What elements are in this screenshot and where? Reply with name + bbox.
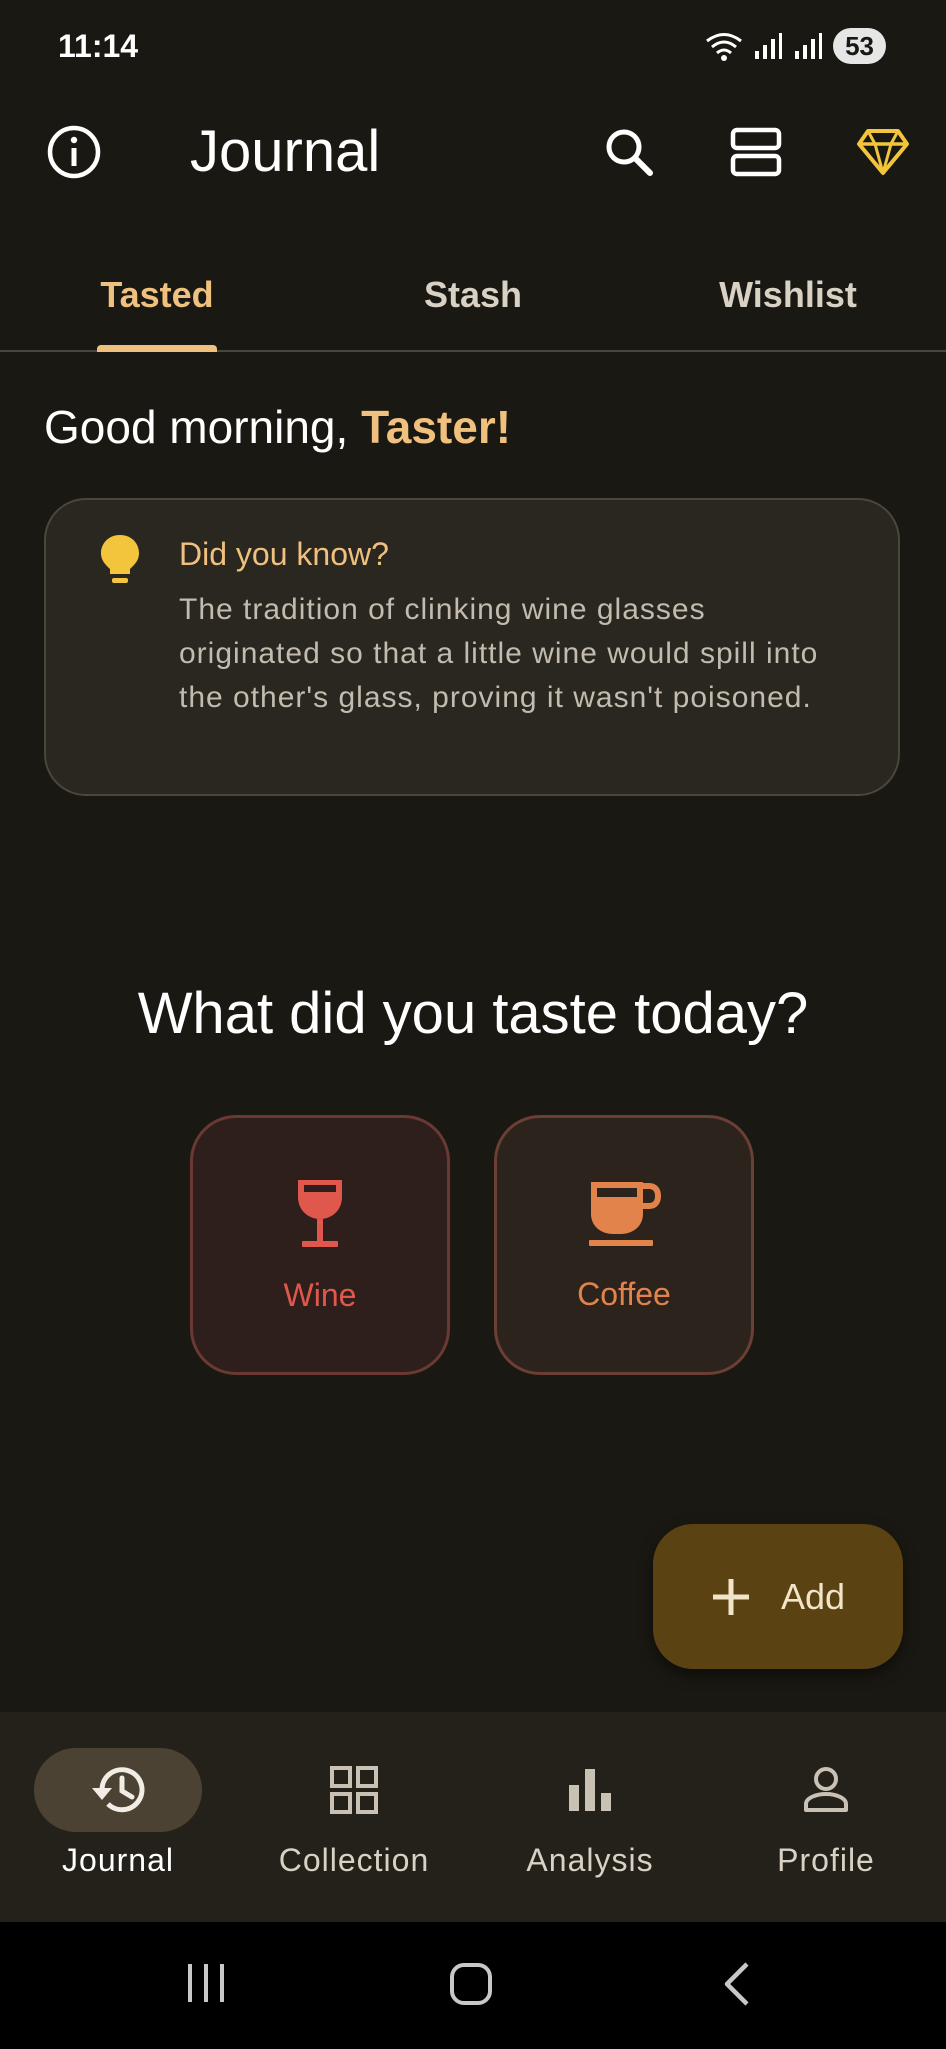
- tip-body: The tradition of clinking wine glasses o…: [179, 593, 819, 714]
- diamond-icon: [857, 129, 909, 175]
- recent-apps-icon[interactable]: [184, 1962, 228, 2004]
- status-icons: 53: [705, 28, 886, 64]
- plus-icon: [712, 1578, 749, 1615]
- history-icon: [92, 1767, 145, 1813]
- nav-journal-label: Journal: [62, 1842, 174, 1878]
- greeting-name: Taster!: [361, 401, 512, 453]
- tip-card: Did you know? The tradition of clinking …: [44, 498, 900, 796]
- bar-chart-icon: [569, 1769, 611, 1811]
- page-title: Journal: [190, 119, 381, 184]
- info-button[interactable]: [38, 116, 110, 188]
- nav-analysis[interactable]: Analysis: [472, 1712, 708, 1922]
- wine-category-button[interactable]: Wine: [190, 1115, 450, 1375]
- tip-title: Did you know?: [179, 536, 389, 572]
- tab-wishlist[interactable]: Wishlist: [669, 260, 907, 330]
- nav-analysis-label: Analysis: [526, 1842, 654, 1878]
- coffee-cup-icon: [589, 1181, 661, 1246]
- tab-indicator: [97, 345, 217, 352]
- nav-collection-indicator: [270, 1748, 438, 1832]
- tab-tasted[interactable]: Tasted: [38, 260, 276, 330]
- signal-icon: [755, 33, 783, 59]
- nav-analysis-indicator: [506, 1748, 674, 1832]
- lightbulb-icon: [101, 535, 139, 583]
- greeting: Good morning, Taster!: [44, 400, 511, 454]
- add-label: Add: [780, 1575, 846, 1617]
- battery-indicator: 53: [833, 28, 886, 64]
- greeting-prefix: Good morning,: [44, 401, 349, 453]
- wine-label: Wine: [283, 1276, 357, 1313]
- nav-profile-label: Profile: [777, 1842, 875, 1878]
- info-icon: [47, 125, 101, 179]
- view-toggle-button[interactable]: [720, 116, 792, 188]
- nav-profile-indicator: [742, 1748, 910, 1832]
- back-icon[interactable]: [722, 1960, 752, 2008]
- nav-journal[interactable]: Journal: [0, 1712, 236, 1922]
- signal-icon-2: [795, 33, 823, 59]
- search-button[interactable]: [593, 116, 665, 188]
- view-agenda-icon: [730, 127, 782, 177]
- person-icon: [804, 1767, 848, 1812]
- nav-collection-label: Collection: [278, 1842, 430, 1878]
- bottom-nav: Journal Collection Analysis Profile: [0, 1712, 946, 1922]
- status-time: 11:14: [58, 28, 139, 64]
- add-button[interactable]: Add: [653, 1524, 903, 1669]
- nav-collection[interactable]: Collection: [236, 1712, 472, 1922]
- coffee-category-button[interactable]: Coffee: [494, 1115, 754, 1375]
- wifi-icon: [706, 33, 742, 61]
- premium-button[interactable]: [847, 116, 919, 188]
- search-icon: [606, 129, 653, 176]
- coffee-label: Coffee: [577, 1275, 671, 1312]
- nav-profile[interactable]: Profile: [708, 1712, 944, 1922]
- nav-journal-indicator: [34, 1748, 202, 1832]
- system-nav-bar: [0, 1922, 946, 2049]
- wine-glass-icon: [298, 1179, 342, 1247]
- taste-question: What did you taste today?: [137, 981, 809, 1046]
- grid-icon: [330, 1766, 378, 1814]
- home-icon[interactable]: [449, 1962, 493, 2006]
- tab-stash[interactable]: Stash: [354, 260, 592, 330]
